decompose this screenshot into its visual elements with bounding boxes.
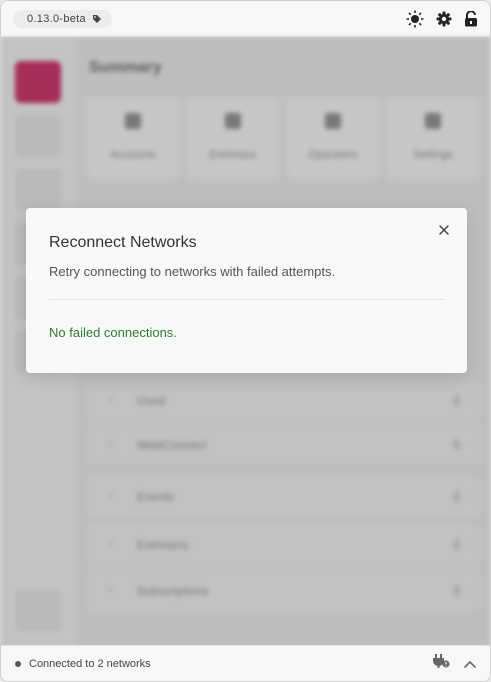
modal-title: Reconnect Networks — [49, 234, 197, 251]
sun-icon[interactable] — [406, 10, 424, 28]
status-dot — [15, 660, 21, 667]
connection-status: Connected to 2 networks — [15, 658, 151, 670]
connection-status-label: Connected to 2 networks — [29, 657, 151, 670]
top-bar: 0.13.0-beta — [1, 1, 490, 37]
top-actions — [406, 10, 478, 28]
plug-icon[interactable] — [432, 654, 450, 673]
status-bar: Connected to 2 networks — [1, 645, 490, 681]
modal-description: Retry connecting to networks with failed… — [49, 264, 336, 279]
tag-icon — [92, 14, 102, 24]
chevron-up-icon[interactable] — [464, 655, 476, 673]
reconnect-networks-modal: Reconnect Networks Retry connecting to n… — [26, 208, 467, 373]
gear-icon[interactable] — [436, 11, 452, 27]
version-badge[interactable]: 0.13.0-beta — [13, 9, 112, 28]
close-icon[interactable] — [436, 222, 452, 238]
divider — [49, 299, 444, 300]
connection-status-message: No failed connections. — [49, 325, 177, 340]
unlock-icon[interactable] — [464, 10, 478, 27]
version-label: 0.13.0-beta — [27, 12, 86, 25]
status-actions — [432, 654, 476, 673]
app-window: 0.13.0-beta Summary Accounts Extrinsics … — [0, 0, 491, 682]
